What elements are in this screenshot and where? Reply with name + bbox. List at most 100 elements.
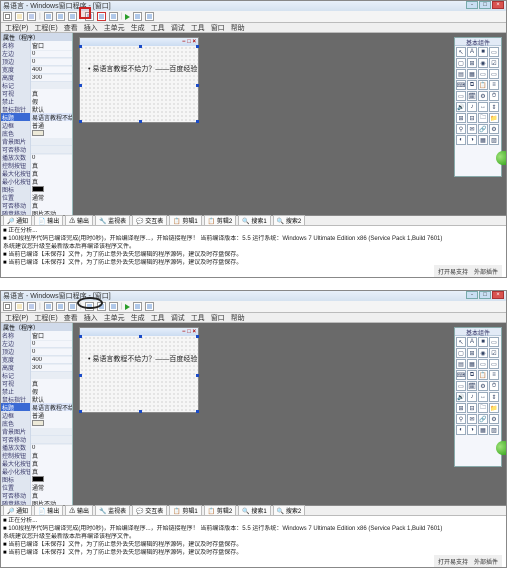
bottom-tab[interactable]: 📋 剪辑1 <box>169 215 201 226</box>
toolbox-tool[interactable]: ▭ <box>489 359 499 369</box>
toolbox-tool[interactable]: ▭ <box>456 91 466 101</box>
property-value[interactable] <box>31 130 72 138</box>
resize-handle[interactable] <box>139 410 142 413</box>
toolbox-tool[interactable]: ◑ <box>467 135 477 145</box>
toolbar-button-b-highlighted[interactable] <box>97 12 106 21</box>
designer-close-icon[interactable]: − □ × <box>182 39 196 45</box>
toolbox-tool[interactable]: ⏱ <box>489 91 499 101</box>
bottom-tab[interactable]: 🔎 通知 <box>3 505 32 516</box>
toolbox-tool[interactable]: ▤ <box>456 359 466 369</box>
save-file-icon[interactable] <box>27 12 36 21</box>
toolbar-button-d[interactable] <box>133 12 142 21</box>
toolbox-tool[interactable]: ⊞ <box>456 403 466 413</box>
status-link[interactable]: 打开易支持 <box>438 557 468 566</box>
form-designer[interactable]: − □ × • 易语言教程不给力？——百度经验 <box>79 327 199 413</box>
status-link[interactable]: 外部插件 <box>474 267 498 276</box>
resize-handle[interactable] <box>79 45 82 48</box>
close-button[interactable]: × <box>492 291 504 299</box>
toolbox-tool[interactable]: ◐ <box>456 135 466 145</box>
bottom-tab[interactable]: 🔍 搜索1 <box>238 505 270 516</box>
cut-icon[interactable] <box>44 12 53 21</box>
property-value[interactable] <box>31 420 72 428</box>
menu-item[interactable]: 工程(E) <box>34 23 57 33</box>
toolbox-tool[interactable]: ⌨ <box>456 80 466 90</box>
toolbox-tool[interactable]: ▢ <box>456 58 466 68</box>
toolbox-tool[interactable]: ⚙ <box>478 91 488 101</box>
toolbar-button-c[interactable] <box>109 302 118 311</box>
toolbox-tool[interactable]: ⧉ <box>467 370 477 380</box>
toolbox-tool[interactable]: ↔ <box>478 392 488 402</box>
toolbox-tool[interactable]: ♪ <box>467 392 477 402</box>
bottom-tab[interactable]: 🔧 监视表 <box>95 505 130 516</box>
toolbox-tool[interactable]: ↖ <box>456 337 466 347</box>
toolbox-tool[interactable]: ▭ <box>456 381 466 391</box>
close-button[interactable]: × <box>492 1 504 9</box>
bottom-tab[interactable]: 📋 剪辑2 <box>204 215 236 226</box>
paste-icon[interactable] <box>68 12 77 21</box>
bottom-tab[interactable]: 📋 剪辑2 <box>204 505 236 516</box>
menu-item[interactable]: 帮助 <box>231 23 245 33</box>
run-icon[interactable] <box>125 304 130 310</box>
property-value[interactable]: 窗口 <box>31 331 72 340</box>
property-value[interactable]: 0 <box>31 155 72 161</box>
bottom-tab[interactable]: 💬 交互表 <box>132 505 167 516</box>
property-value[interactable]: 400 <box>31 67 72 73</box>
toolbox-tool[interactable]: ⊞ <box>467 348 477 358</box>
property-value[interactable]: 0 <box>31 51 72 57</box>
bottom-tab[interactable]: 🔍 搜索2 <box>273 505 305 516</box>
bottom-tab[interactable]: 🔍 搜索2 <box>273 215 305 226</box>
menu-item[interactable]: 窗口 <box>211 313 225 323</box>
property-value[interactable]: 0 <box>31 445 72 451</box>
side-green-orb[interactable] <box>496 441 506 455</box>
toolbox-tool[interactable]: 🔗 <box>478 414 488 424</box>
toolbox-tool[interactable]: 🔊 <box>456 102 466 112</box>
toolbox-tool[interactable]: ▭ <box>478 359 488 369</box>
menu-item[interactable]: 主单元 <box>104 313 125 323</box>
designer-label[interactable]: • 易语言教程不给力？——百度经验 <box>88 64 197 74</box>
minimize-button[interactable]: - <box>466 291 478 299</box>
toolbox-tool[interactable]: ▨ <box>489 425 499 435</box>
toolbox-tool[interactable]: ↖ <box>456 47 466 57</box>
toolbar-button-c[interactable] <box>109 12 118 21</box>
toolbox-tool[interactable]: ✉ <box>467 124 477 134</box>
toolbox-tool[interactable]: ▨ <box>489 135 499 145</box>
toolbox-tool[interactable]: 📋 <box>478 370 488 380</box>
toolbox-tool[interactable]: ◐ <box>456 425 466 435</box>
save-file-icon[interactable] <box>27 302 36 311</box>
toolbox-tool[interactable]: ◉ <box>478 348 488 358</box>
toolbar-button-d[interactable] <box>133 302 142 311</box>
bottom-tab[interactable]: 🔎 通知 <box>3 215 32 226</box>
toolbox-tool[interactable]: ☑ <box>489 58 499 68</box>
resize-handle[interactable] <box>196 335 199 338</box>
status-link[interactable]: 外部插件 <box>474 557 498 566</box>
menu-item[interactable]: 工具 <box>191 313 205 323</box>
toolbox-tool[interactable]: ▭ <box>478 69 488 79</box>
run-icon[interactable] <box>125 14 130 20</box>
toolbox-tool[interactable]: ⊟ <box>467 113 477 123</box>
open-file-icon[interactable] <box>15 302 24 311</box>
property-value[interactable]: 0 <box>31 59 72 65</box>
toolbox-tool[interactable]: 📋 <box>478 80 488 90</box>
bottom-tab[interactable]: 🔧 监视表 <box>95 215 130 226</box>
toolbox-tool[interactable]: ≡ <box>489 80 499 90</box>
resize-handle[interactable] <box>139 335 142 338</box>
bottom-tab[interactable]: ⚠ 输出 <box>65 215 93 226</box>
designer-surface[interactable]: • 易语言教程不给力？——百度经验 <box>80 46 198 122</box>
toolbox-tool[interactable]: 📁 <box>489 113 499 123</box>
toolbox-tool[interactable]: ⚲ <box>456 124 466 134</box>
toolbox-tool[interactable]: 🔊 <box>456 392 466 402</box>
toolbox-tool[interactable]: ▦ <box>478 425 488 435</box>
toolbar-button-e[interactable] <box>145 302 154 311</box>
toolbox-tool[interactable]: 🔗 <box>478 124 488 134</box>
resize-handle[interactable] <box>79 374 82 377</box>
new-file-icon[interactable] <box>3 12 12 21</box>
toolbox-tool[interactable]: ▢ <box>456 348 466 358</box>
resize-handle[interactable] <box>79 84 82 87</box>
menu-item[interactable]: 窗口 <box>211 23 225 33</box>
toolbox-tool[interactable]: ⧉ <box>467 80 477 90</box>
bottom-tab[interactable]: ⚠ 输出 <box>65 505 93 516</box>
menu-item[interactable]: 工具 <box>191 23 205 33</box>
menu-item[interactable]: 主单元 <box>104 23 125 33</box>
menu-item[interactable]: 生成 <box>131 313 145 323</box>
copy-icon[interactable] <box>56 12 65 21</box>
